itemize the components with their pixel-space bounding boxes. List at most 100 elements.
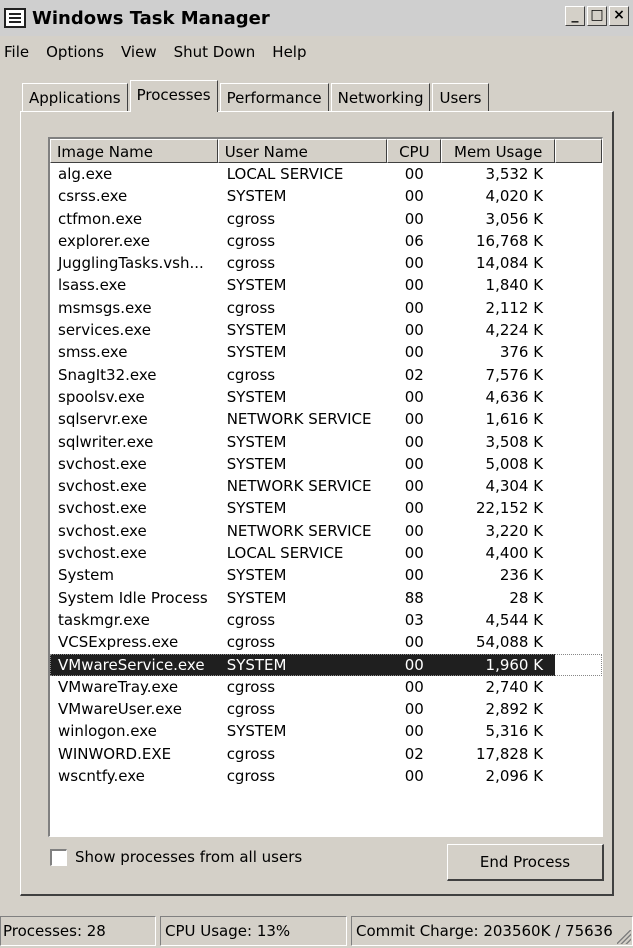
end-process-button[interactable]: End Process (447, 844, 604, 881)
table-row[interactable]: WINWORD.EXE cgross 02 17,828 K (50, 743, 602, 765)
table-row[interactable]: VMwareService.exe SYSTEM 00 1,960 K (50, 653, 602, 676)
list-header: Image Name User Name CPU Mem Usage (50, 139, 602, 163)
cell-mem-usage: 2,740 K (485, 677, 544, 696)
table-row[interactable]: sqlwriter.exe SYSTEM 00 3,508 K (50, 431, 602, 453)
table-row[interactable]: smss.exe SYSTEM 00 376 K (50, 341, 602, 363)
table-row[interactable]: System SYSTEM 00 236 K (50, 564, 602, 586)
tab-processes[interactable]: Processes (129, 80, 218, 112)
tab-users[interactable]: Users (432, 83, 489, 111)
cell-user-name: LOCAL SERVICE (226, 165, 344, 183)
cell-mem-usage: 4,224 K (485, 321, 544, 340)
cell-user-name: cgross (226, 744, 276, 763)
table-row[interactable]: svchost.exe SYSTEM 00 5,008 K (50, 453, 602, 475)
column-user-name[interactable]: User Name (217, 139, 388, 163)
cell-cpu: 88 (404, 588, 424, 607)
cell-mem-usage: 1,840 K (485, 276, 544, 295)
table-row[interactable]: svchost.exe NETWORK SERVICE 00 4,304 K (50, 475, 602, 497)
cell-mem-usage: 1,960 K (441, 653, 556, 676)
caption-buttons: _ □ × (565, 6, 629, 26)
cell-user-name: NETWORK SERVICE (226, 477, 372, 496)
table-row[interactable]: svchost.exe NETWORK SERVICE 00 3,220 K (50, 520, 602, 542)
cell-cpu: 00 (404, 410, 424, 429)
cell-filler (555, 720, 602, 742)
cell-filler (555, 252, 602, 274)
table-row[interactable]: sqlservr.exe NETWORK SERVICE 00 1,616 K (50, 408, 602, 430)
table-row[interactable]: lsass.exe SYSTEM 00 1,840 K (50, 274, 602, 296)
table-row[interactable]: taskmgr.exe cgross 03 4,544 K (50, 609, 602, 631)
cell-filler (555, 297, 602, 319)
menu-help[interactable]: Help (264, 40, 315, 66)
table-row[interactable]: msmsgs.exe cgross 00 2,112 K (50, 297, 602, 319)
close-button[interactable]: × (609, 6, 629, 26)
cell-cpu: 00 (404, 633, 424, 652)
process-list[interactable]: Image Name User Name CPU Mem Usage alg.e… (48, 137, 603, 837)
cell-filler (555, 609, 602, 631)
table-row[interactable]: VMwareUser.exe cgross 00 2,892 K (50, 698, 602, 720)
cell-cpu: 00 (404, 165, 424, 183)
cell-user-name: SYSTEM (226, 566, 287, 585)
tab-networking[interactable]: Networking (330, 83, 431, 111)
table-row[interactable]: VCSExpress.exe cgross 00 54,088 K (50, 631, 602, 653)
table-row[interactable]: alg.exe LOCAL SERVICE 00 3,532 K (50, 163, 602, 185)
column-cpu[interactable]: CPU (387, 139, 442, 163)
cell-user-name: cgross (226, 231, 276, 250)
cell-image-name: WINWORD.EXE (58, 744, 172, 763)
table-row[interactable]: csrss.exe SYSTEM 00 4,020 K (50, 185, 602, 207)
table-row[interactable]: svchost.exe LOCAL SERVICE 00 4,400 K (50, 542, 602, 564)
cell-image-name: System (58, 566, 114, 585)
table-row[interactable]: explorer.exe cgross 06 16,768 K (50, 230, 602, 252)
table-row[interactable]: VMwareTray.exe cgross 00 2,740 K (50, 676, 602, 698)
cell-user-name: SYSTEM (226, 722, 287, 741)
cell-user-name: cgross (226, 365, 276, 384)
table-row[interactable]: JugglingTasks.vsh... cgross 00 14,084 K (50, 252, 602, 274)
column-image-name[interactable]: Image Name (50, 139, 218, 163)
cell-cpu: 00 (387, 653, 442, 676)
table-row[interactable]: spoolsv.exe SYSTEM 00 4,636 K (50, 386, 602, 408)
menu-view[interactable]: View (113, 40, 166, 66)
menu-file[interactable]: File (0, 40, 38, 66)
table-row[interactable]: svchost.exe SYSTEM 00 22,152 K (50, 497, 602, 519)
cell-user-name: NETWORK SERVICE (226, 410, 372, 429)
cell-filler (555, 453, 602, 475)
cell-user-name: SYSTEM (226, 343, 287, 362)
task-manager-icon (4, 8, 26, 28)
cell-cpu: 00 (404, 321, 424, 340)
cell-image-name: VMwareService.exe (50, 653, 218, 676)
cell-filler (555, 208, 602, 230)
resize-grip-icon[interactable] (617, 930, 631, 944)
cell-user-name: SYSTEM (226, 499, 287, 518)
cell-cpu: 00 (404, 432, 424, 451)
cell-image-name: services.exe (58, 321, 151, 340)
cell-filler (555, 654, 602, 676)
show-all-users-checkbox[interactable] (50, 848, 67, 866)
cell-cpu: 00 (404, 298, 424, 317)
table-row[interactable]: winlogon.exe SYSTEM 00 5,316 K (50, 720, 602, 742)
table-row[interactable]: wscntfy.exe cgross 00 2,096 K (50, 765, 602, 787)
cell-image-name: SnagIt32.exe (58, 365, 157, 384)
cell-mem-usage: 4,020 K (485, 187, 544, 206)
cell-filler (555, 475, 602, 497)
show-all-users-option[interactable]: Show processes from all users (50, 848, 302, 866)
cell-mem-usage: 3,056 K (485, 209, 544, 228)
maximize-button[interactable]: □ (587, 6, 607, 26)
cell-image-name: VMwareTray.exe (58, 677, 179, 696)
column-mem-usage[interactable]: Mem Usage (441, 139, 556, 163)
cell-cpu: 00 (404, 677, 424, 696)
table-row[interactable]: services.exe SYSTEM 00 4,224 K (50, 319, 602, 341)
tab-performance[interactable]: Performance (219, 83, 329, 111)
cell-filler (555, 274, 602, 296)
tab-applications[interactable]: Applications (22, 83, 128, 111)
cell-mem-usage: 17,828 K (475, 744, 544, 763)
cell-mem-usage: 16,768 K (475, 231, 544, 250)
column-filler (555, 139, 602, 163)
table-row[interactable]: ctfmon.exe cgross 00 3,056 K (50, 208, 602, 230)
status-cpu-usage: CPU Usage: 13% (160, 916, 347, 946)
cell-image-name: svchost.exe (58, 477, 147, 496)
minimize-button[interactable]: _ (565, 6, 585, 26)
table-row[interactable]: System Idle Process SYSTEM 88 28 K (50, 587, 602, 609)
title-bar[interactable]: Windows Task Manager _ □ × (0, 0, 633, 36)
table-row[interactable]: SnagIt32.exe cgross 02 7,576 K (50, 364, 602, 386)
menu-shut-down[interactable]: Shut Down (166, 40, 265, 66)
menu-options[interactable]: Options (38, 40, 113, 66)
cell-image-name: spoolsv.exe (58, 387, 145, 406)
